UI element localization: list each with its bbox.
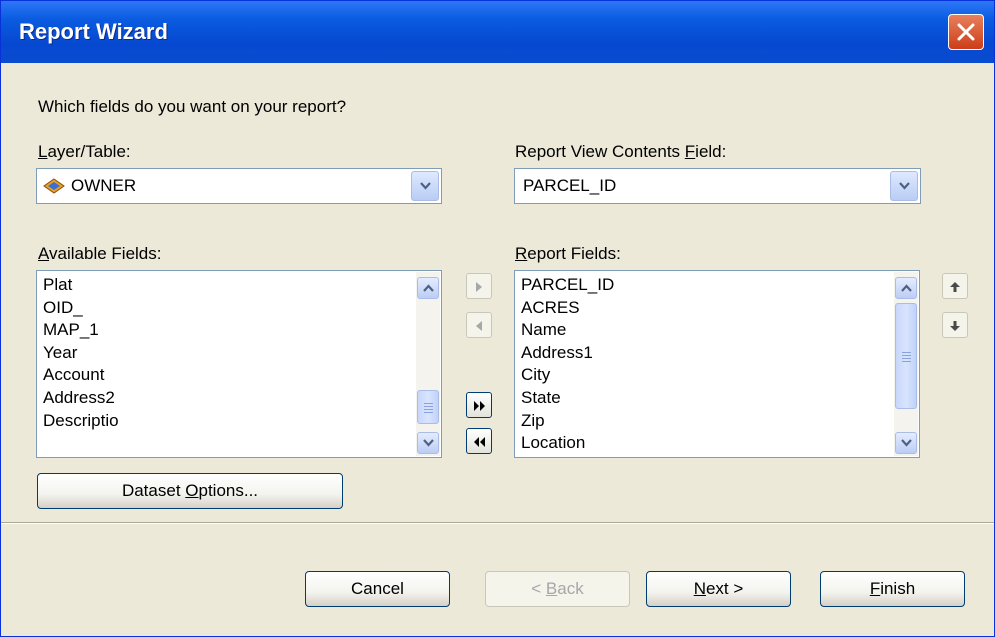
contents-field-combobox[interactable]: PARCEL_ID — [514, 168, 921, 204]
scroll-thumb[interactable] — [417, 390, 439, 424]
available-fields-list[interactable]: Plat OID_ MAP_1 Year Account Address2 De… — [36, 270, 442, 458]
chevron-up-icon — [901, 284, 912, 292]
scroll-up-button[interactable] — [895, 277, 917, 299]
title-bar[interactable]: Report Wizard — [1, 1, 994, 63]
list-item[interactable]: Location — [521, 432, 614, 455]
list-item[interactable]: Name — [521, 319, 614, 342]
layer-table-combobox[interactable]: OWNER — [36, 168, 442, 204]
list-item[interactable]: OID_ — [43, 297, 119, 320]
report-fields-scrollbar[interactable] — [894, 272, 918, 456]
list-item[interactable]: Address1 — [521, 342, 614, 365]
list-item[interactable]: PARCEL_ID — [521, 274, 614, 297]
list-item[interactable]: Descriptio — [43, 410, 119, 433]
close-button[interactable] — [948, 14, 984, 50]
available-fields-scrollbar[interactable] — [416, 272, 440, 456]
dataset-options-button[interactable]: Dataset Options... — [37, 473, 343, 509]
chevron-up-icon — [423, 284, 434, 292]
chevron-down-icon — [901, 439, 912, 447]
add-all-fields-button[interactable] — [466, 392, 492, 418]
chevron-down-icon — [899, 182, 910, 190]
layer-table-dropdown-button[interactable] — [411, 171, 439, 201]
back-button[interactable]: < Back — [485, 571, 630, 607]
contents-field-dropdown-button[interactable] — [890, 171, 918, 201]
add-field-button[interactable] — [466, 273, 492, 299]
footer-divider — [1, 522, 994, 524]
list-item[interactable]: Account — [43, 364, 119, 387]
close-icon — [957, 23, 975, 41]
cancel-button[interactable]: Cancel — [305, 571, 450, 607]
remove-field-button[interactable] — [466, 312, 492, 338]
available-fields-label: Available Fields: — [38, 244, 162, 263]
scroll-down-button[interactable] — [417, 432, 439, 454]
move-down-button[interactable] — [942, 312, 968, 338]
layer-table-value: OWNER — [71, 176, 137, 195]
scroll-down-button[interactable] — [895, 432, 917, 454]
list-item[interactable]: Zip — [521, 410, 614, 433]
move-up-button[interactable] — [942, 273, 968, 299]
window-title: Report Wizard — [19, 19, 168, 44]
list-item[interactable]: Plat — [43, 274, 119, 297]
report-wizard-window: Report Wizard Which fields do you want o… — [0, 0, 995, 637]
right-arrow-icon — [476, 282, 482, 292]
double-left-arrow-icon — [474, 437, 485, 447]
contents-field-label: Report View Contents Field: — [515, 142, 727, 161]
report-fields-label: Report Fields: — [515, 244, 621, 263]
list-item[interactable]: MAP_1 — [43, 319, 119, 342]
chevron-down-icon — [423, 439, 434, 447]
layer-table-label: Layer/Table: — [38, 142, 131, 161]
left-arrow-icon — [476, 321, 482, 331]
chevron-down-icon — [420, 182, 431, 190]
layer-diamond-icon — [43, 178, 65, 194]
list-item[interactable]: City — [521, 364, 614, 387]
list-item[interactable]: Address2 — [43, 387, 119, 410]
contents-field-value: PARCEL_ID — [523, 176, 617, 195]
up-arrow-icon — [950, 282, 960, 292]
next-button[interactable]: Next > — [646, 571, 791, 607]
double-right-arrow-icon — [474, 401, 485, 411]
scroll-thumb[interactable] — [895, 303, 917, 409]
list-item[interactable]: State — [521, 387, 614, 410]
remove-all-fields-button[interactable] — [466, 428, 492, 454]
finish-button[interactable]: Finish — [820, 571, 965, 607]
list-item[interactable]: Year — [43, 342, 119, 365]
list-item[interactable]: ACRES — [521, 297, 614, 320]
prompt-text: Which fields do you want on your report? — [38, 97, 347, 116]
report-fields-list[interactable]: PARCEL_ID ACRES Name Address1 City State… — [514, 270, 920, 458]
scroll-up-button[interactable] — [417, 277, 439, 299]
down-arrow-icon — [950, 321, 960, 331]
